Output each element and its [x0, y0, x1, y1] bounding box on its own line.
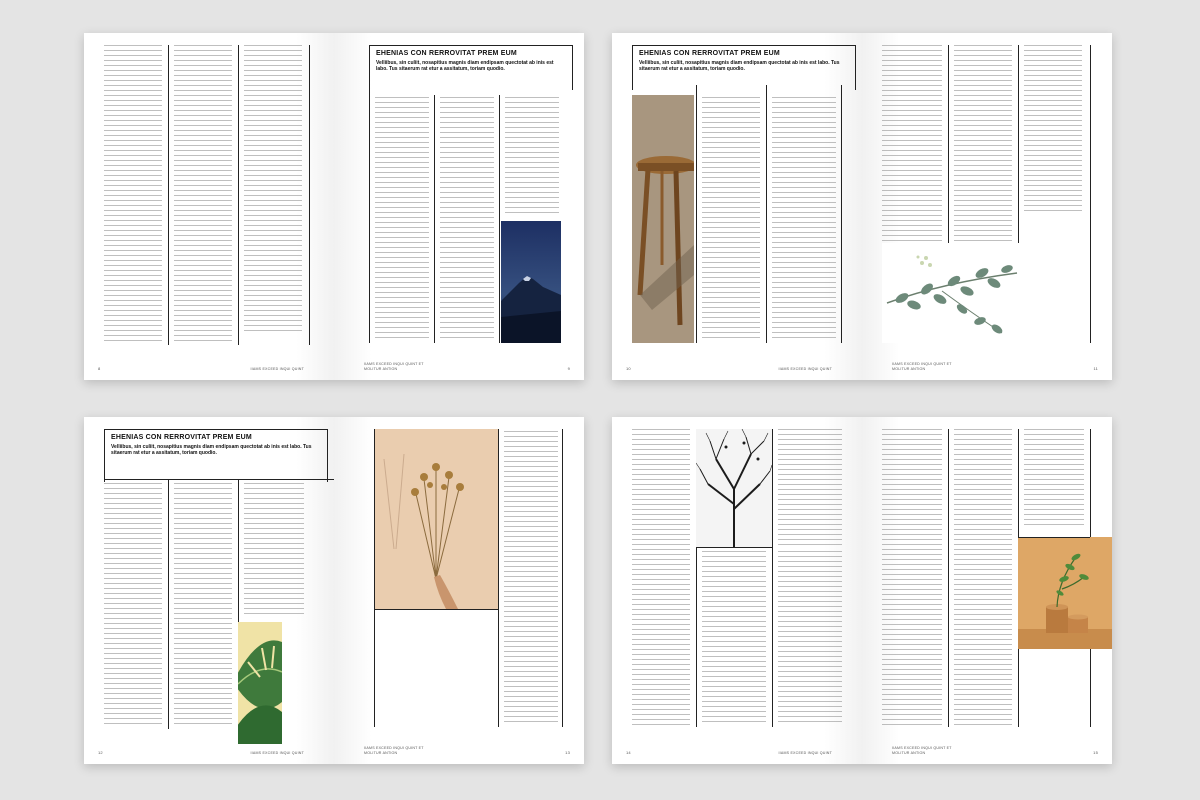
running-head: IIAMS EXCEED INQUI QUINT [250, 366, 304, 371]
running-head: IIAMS EXCEED INQUI QUINT ET MOLITUR ANTI… [892, 362, 952, 371]
headline-box: EHENIAS CON RERROVITAT PREM EUM Velliibu… [632, 45, 856, 90]
plant-vase-photo [1018, 537, 1112, 649]
text-column [504, 431, 558, 726]
text-column [778, 551, 842, 726]
column-rule [434, 95, 435, 343]
text-column [174, 483, 232, 728]
column-rule [238, 45, 239, 345]
page-number: 8 [98, 366, 101, 371]
page-number: 14 [626, 750, 631, 755]
page-12: EHENIAS CON RERROVITAT PREM EUM Velliibu… [84, 417, 334, 764]
text-column [244, 45, 302, 335]
text-column [104, 483, 162, 728]
running-head: IIAMS EXCEED INQUI QUINT ET MOLITUR ANTI… [364, 746, 424, 755]
headline-box: EHENIAS CON RERROVITAT PREM EUM Velliibu… [104, 429, 328, 482]
page-10: EHENIAS CON RERROVITAT PREM EUM Velliibu… [612, 33, 862, 380]
subhead: Velliibus, sin culiit, nosapitius magnis… [639, 60, 840, 72]
mountain-photo [501, 221, 561, 343]
spread-pages-8-9: 8 IIAMS EXCEED INQUI QUINT EHENIAS CON R… [84, 33, 584, 380]
text-column [440, 97, 494, 342]
column-rule [168, 45, 169, 345]
column-rule [499, 95, 500, 343]
image-rule [1018, 537, 1090, 538]
text-column [702, 551, 766, 726]
page-15: 15 IIAMS EXCEED INQUI QUINT ET MOLITUR A… [862, 417, 1112, 764]
text-column [882, 45, 942, 245]
page-9: EHENIAS CON RERROVITAT PREM EUM Velliibu… [334, 33, 584, 380]
text-column [1024, 429, 1084, 527]
spread-pages-14-15: 14 IIAMS EXCEED INQUI QUINT 15 IIAMS EXC… [612, 417, 1112, 764]
subhead: Velliibus, sin culiit, nosapitius magnis… [376, 60, 554, 72]
dried-flowers-photo [374, 429, 498, 609]
wooden-stool-photo [632, 95, 694, 343]
column-rule [772, 429, 773, 727]
image-rule [696, 547, 772, 548]
page-8: 8 IIAMS EXCEED INQUI QUINT [84, 33, 334, 380]
running-head: IIAMS EXCEED INQUI QUINT [778, 366, 832, 371]
text-column [954, 429, 1012, 727]
subhead: Velliibus, sin culiit, nosapitius magnis… [111, 444, 312, 456]
column-rule [562, 429, 563, 727]
page-number: 12 [98, 750, 103, 755]
column-rule [1090, 45, 1091, 343]
text-column [1024, 45, 1082, 215]
text-column [244, 483, 304, 618]
page-number: 11 [1093, 366, 1098, 371]
spread-pages-12-13: EHENIAS CON RERROVITAT PREM EUM Velliibu… [84, 417, 584, 764]
page-number: 15 [1093, 750, 1098, 755]
column-rule [168, 479, 169, 729]
page-11: 11 IIAMS EXCEED INQUI QUINT ET MOLITUR A… [862, 33, 1112, 380]
text-column [375, 97, 429, 342]
headline-box: EHENIAS CON RERROVITAT PREM EUM Velliibu… [369, 45, 573, 90]
monstera-leaf-photo [238, 622, 282, 744]
running-head: IIAMS EXCEED INQUI QUINT [250, 750, 304, 755]
headline-rule [104, 479, 334, 480]
text-column [505, 97, 559, 217]
text-column [632, 429, 690, 727]
text-column [778, 429, 842, 547]
running-head: IIAMS EXCEED INQUI QUINT [778, 750, 832, 755]
text-column [174, 45, 232, 343]
bare-tree-photo [696, 429, 772, 547]
eucalyptus-photo [882, 243, 1022, 343]
text-column [772, 97, 836, 342]
column-rule [948, 429, 949, 727]
page-number: 9 [567, 366, 570, 371]
column-rule [696, 85, 697, 343]
image-rule [374, 609, 498, 610]
text-column [104, 45, 162, 345]
page-14: 14 IIAMS EXCEED INQUI QUINT [612, 417, 862, 764]
spread-pages-10-11: EHENIAS CON RERROVITAT PREM EUM Velliibu… [612, 33, 1112, 380]
headline: EHENIAS CON RERROVITAT PREM EUM [111, 434, 252, 441]
column-rule [841, 85, 842, 343]
column-rule [309, 45, 310, 345]
running-head: IIAMS EXCEED INQUI QUINT ET MOLITUR ANTI… [364, 362, 424, 371]
headline: EHENIAS CON RERROVITAT PREM EUM [376, 50, 517, 57]
text-column [882, 429, 942, 727]
column-rule [369, 85, 370, 343]
column-rule [766, 85, 767, 343]
page-number: 10 [626, 366, 631, 371]
running-head: IIAMS EXCEED INQUI QUINT ET MOLITUR ANTI… [892, 746, 952, 755]
headline: EHENIAS CON RERROVITAT PREM EUM [639, 50, 780, 57]
text-column [702, 97, 760, 342]
column-rule [498, 429, 499, 727]
page-13: 13 IIAMS EXCEED INQUI QUINT ET MOLITUR A… [334, 417, 584, 764]
column-rule [374, 429, 375, 727]
page-number: 13 [565, 750, 570, 755]
